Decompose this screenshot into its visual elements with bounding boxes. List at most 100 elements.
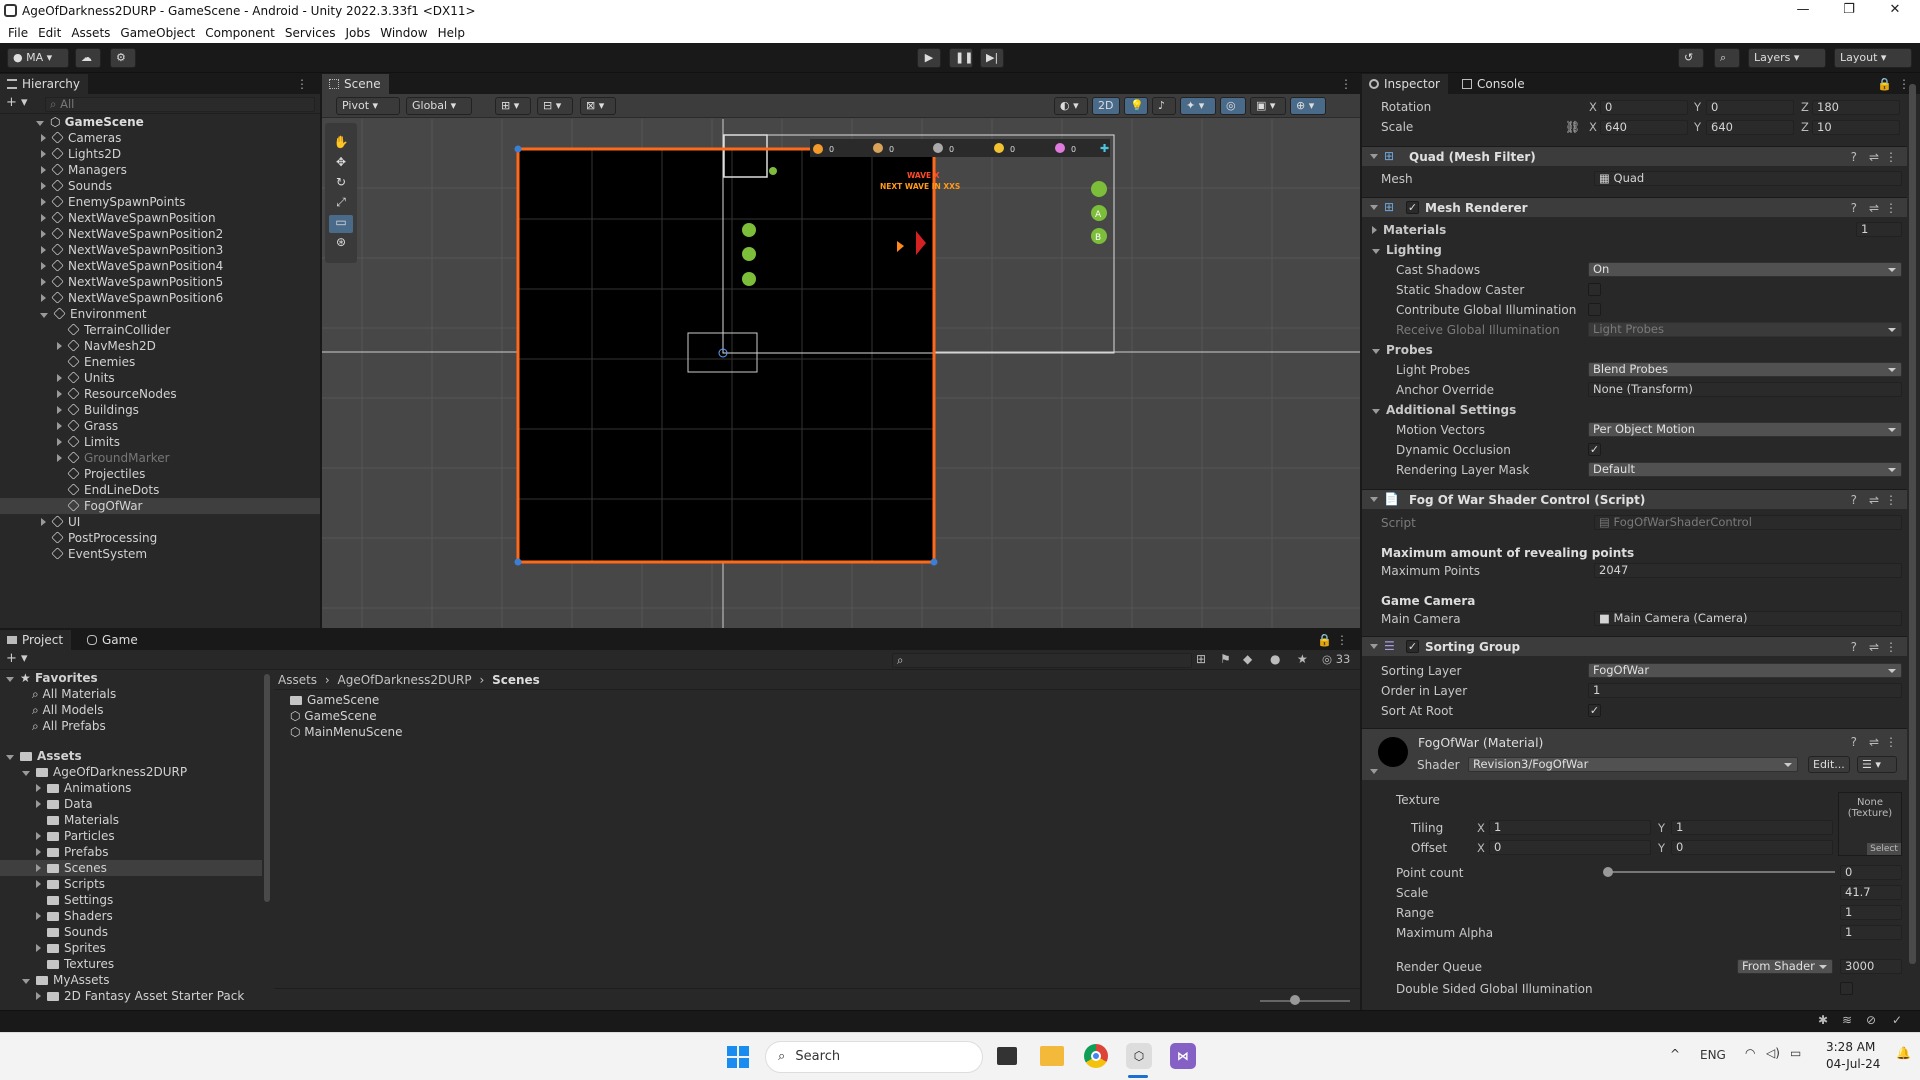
expand-icon[interactable] (41, 230, 46, 238)
rotation-z-field[interactable]: 180 (1812, 100, 1900, 115)
offset-y-field[interactable]: 0 (1671, 840, 1833, 855)
hierarchy-item[interactable]: TerrainCollider (0, 322, 320, 338)
menu-help[interactable]: Help (438, 26, 465, 40)
chrome-icon[interactable] (1084, 1044, 1108, 1068)
progress-icon[interactable]: ✓ (1892, 1013, 1902, 1027)
hierarchy-item[interactable]: GroundMarker (0, 450, 320, 466)
collapse-icon[interactable] (36, 121, 44, 126)
menu-gameobject[interactable]: GameObject (120, 26, 195, 40)
expand-icon[interactable] (41, 262, 46, 270)
mode-2d-toggle[interactable]: 2D (1092, 97, 1120, 115)
filter-type-icon[interactable]: ⊞ (1196, 652, 1206, 666)
hierarchy-item[interactable]: NavMesh2D (0, 338, 320, 354)
collab-icon[interactable]: ⚙ (110, 48, 136, 68)
tab-hierarchy[interactable]: Hierarchy (0, 74, 89, 94)
material-scale-field[interactable]: 41.7 (1840, 885, 1902, 900)
component-menu-icon[interactable]: ⋮ (1885, 640, 1897, 654)
maximize-icon[interactable]: ❐ (1826, 0, 1872, 22)
scene-root[interactable]: ⬡ GameScene (36, 114, 320, 130)
main-camera-field[interactable]: ■ Main Camera (Camera) (1594, 611, 1902, 626)
draw-mode-icon[interactable]: ◐ ▾ (1054, 97, 1088, 115)
project-tree-item[interactable]: Sounds (0, 924, 262, 940)
component-menu-icon[interactable]: ⋮ (1885, 493, 1897, 507)
close-icon[interactable]: ✕ (1872, 0, 1918, 22)
hierarchy-item[interactable]: NextWaveSpawnPosition6 (0, 290, 320, 306)
expand-icon[interactable] (36, 992, 41, 1000)
tab-scene[interactable]: Scene (322, 74, 389, 94)
project-tree-item[interactable]: Data (0, 796, 262, 812)
favorites-header[interactable]: ★ Favorites (6, 670, 98, 686)
language-indicator[interactable]: ENG (1700, 1048, 1726, 1062)
expand-icon[interactable] (36, 800, 41, 808)
motion-vectors-dropdown[interactable]: Per Object Motion (1588, 422, 1902, 437)
mesh-filter-header[interactable]: ⊞ Quad (Mesh Filter) ? ⇌ ⋮ (1362, 146, 1907, 166)
expand-icon[interactable] (57, 406, 62, 414)
max-points-field[interactable]: 2047 (1594, 563, 1902, 578)
mesh-field[interactable]: ▦ Quad (1594, 171, 1902, 186)
collapse-icon[interactable] (1370, 154, 1378, 159)
hierarchy-item[interactable]: EnemySpawnPoints (0, 194, 320, 210)
menu-window[interactable]: Window (380, 26, 427, 40)
unit-icon[interactable] (742, 247, 756, 261)
expand-icon[interactable] (41, 166, 46, 174)
tab-game[interactable]: Game (80, 630, 146, 650)
order-in-layer-field[interactable]: 1 (1588, 683, 1902, 698)
pause-button[interactable]: ❚❚ (949, 48, 973, 68)
project-tree-item[interactable]: Scripts (0, 876, 262, 892)
texture-slot[interactable]: None (Texture) Select (1838, 792, 1902, 856)
tab-inspector[interactable]: Inspector (1362, 74, 1448, 94)
expand-icon[interactable] (57, 342, 62, 350)
tree-scrollbar[interactable] (264, 674, 270, 902)
lock-icon[interactable]: 🔒 (1317, 633, 1332, 647)
collapse-icon[interactable] (1370, 644, 1378, 649)
hand-tool-icon[interactable]: ✋ (329, 135, 353, 153)
hierarchy-item[interactable]: Lights2D (0, 146, 320, 162)
file-item[interactable]: ⬡ MainMenuScene (290, 724, 402, 740)
preset-icon[interactable]: ⇌ (1869, 493, 1879, 507)
hierarchy-item[interactable]: Units (0, 370, 320, 386)
hierarchy-item[interactable]: EventSystem (0, 546, 320, 562)
scale-y-field[interactable]: 640 (1706, 120, 1794, 135)
hierarchy-item[interactable]: ResourceNodes (0, 386, 320, 402)
hierarchy-item[interactable]: NextWaveSpawnPosition5 (0, 274, 320, 290)
project-tree-item[interactable]: Shaders (0, 908, 262, 924)
audio-toggle-icon[interactable]: ♪ (1152, 97, 1176, 115)
zoom-slider[interactable] (1260, 1000, 1350, 1002)
hierarchy-item[interactable]: Limits (0, 434, 320, 450)
effects-toggle-icon[interactable]: ✦ ▾ (1180, 97, 1216, 115)
collapse-icon[interactable] (22, 771, 30, 776)
point-count-field[interactable]: 0 (1840, 865, 1902, 880)
component-menu-icon[interactable]: ⋮ (1885, 150, 1897, 164)
move-tool-icon[interactable]: ✥ (329, 155, 353, 173)
hidden-objects-icon[interactable]: ◎ (1220, 97, 1246, 115)
layout-dropdown[interactable]: Layout ▾ (1834, 48, 1912, 68)
anchor-override-field[interactable]: None (Transform) (1588, 382, 1902, 397)
collapse-icon[interactable] (1370, 769, 1378, 774)
windows-start-icon[interactable] (727, 1046, 749, 1068)
point-count-slider-thumb[interactable] (1603, 867, 1613, 877)
rotation-y-field[interactable]: 0 (1706, 100, 1794, 115)
hierarchy-item[interactable]: EndLineDots (0, 482, 320, 498)
file-item[interactable]: ⬡ GameScene (290, 708, 377, 724)
render-queue-mode-dropdown[interactable]: From Shader (1737, 959, 1833, 974)
help-icon[interactable]: ? (1851, 640, 1857, 654)
volume-icon[interactable]: ◁) (1766, 1046, 1780, 1060)
material-menu-icon[interactable]: ☰ ▾ (1857, 756, 1897, 773)
help-icon[interactable]: ? (1851, 493, 1857, 507)
hierarchy-item[interactable]: Projectiles (0, 466, 320, 482)
expand-icon[interactable] (41, 518, 46, 526)
expand-icon[interactable] (41, 294, 46, 302)
select-texture-button[interactable]: Select (1867, 843, 1901, 855)
expand-icon[interactable] (36, 912, 41, 920)
offset-x-field[interactable]: 0 (1489, 840, 1651, 855)
create-button[interactable]: + ▾ (6, 651, 28, 666)
zoom-slider-thumb[interactable] (1290, 995, 1300, 1005)
inspector-scrollbar[interactable] (1909, 84, 1916, 964)
cast-shadows-dropdown[interactable]: On (1588, 262, 1902, 277)
collapse-icon[interactable] (40, 313, 48, 318)
info-icon[interactable]: ● (1270, 652, 1280, 666)
sorting-layer-dropdown[interactable]: FogOfWar (1588, 663, 1902, 678)
additional-settings-foldout[interactable]: Additional Settings (1372, 403, 1516, 417)
history-icon[interactable]: ↺ (1678, 48, 1704, 68)
project-search-input[interactable]: ⌕ (892, 653, 1192, 668)
